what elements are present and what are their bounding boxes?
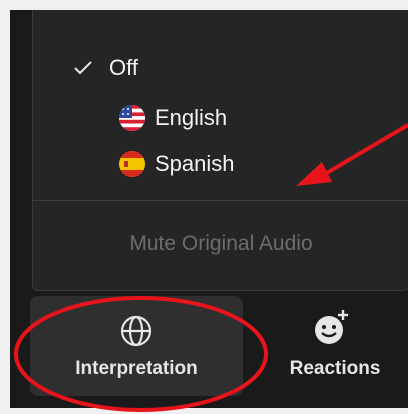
menu-item-off[interactable]: Off — [33, 48, 408, 88]
reactions-label: Reactions — [289, 358, 381, 379]
meeting-window: Off English Spanish Mute Original Audio … — [10, 10, 408, 408]
menu-item-label: English — [155, 105, 228, 130]
interpretation-button[interactable]: Interpretation — [30, 296, 243, 396]
reactions-button[interactable]: Reactions — [262, 296, 408, 396]
menu-item-spanish[interactable]: Spanish — [33, 144, 408, 184]
menu-item-label: Off — [109, 55, 138, 80]
globe-icon — [119, 314, 153, 353]
mute-original-audio-item: Mute Original Audio — [129, 232, 313, 255]
interpretation-language-menu: Off English Spanish Mute Original Audio — [32, 10, 408, 291]
us-flag-icon — [119, 105, 145, 131]
interpretation-label: Interpretation — [75, 358, 198, 379]
checkmark-icon — [73, 48, 97, 88]
menu-item-english[interactable]: English — [33, 98, 408, 138]
menu-divider — [33, 200, 408, 201]
menu-item-label: Spanish — [155, 151, 235, 176]
spain-flag-icon — [119, 151, 145, 177]
add-reaction-icon — [312, 308, 352, 353]
